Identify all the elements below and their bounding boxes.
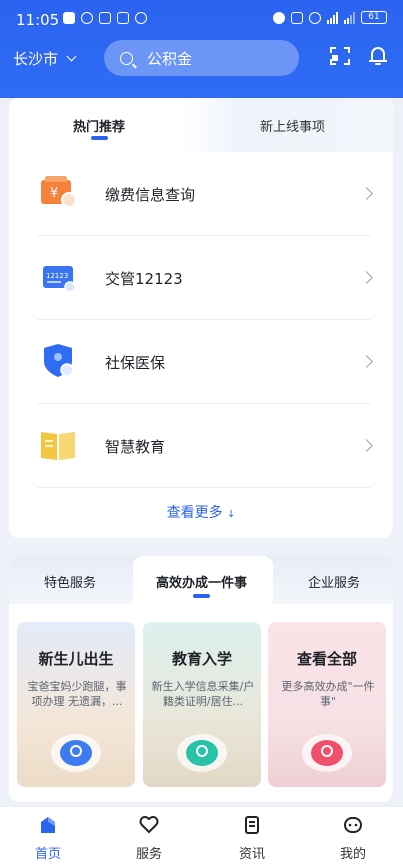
- bell-icon[interactable]: [369, 45, 387, 65]
- status-time: 11:05: [16, 11, 60, 29]
- list-item-label: 交管12123: [105, 270, 183, 288]
- nav-label: 我的: [339, 847, 366, 862]
- search-input[interactable]: 公积金: [104, 40, 299, 76]
- services-tabs: 特色服务 高效办成一件事 企业服务: [9, 556, 393, 604]
- list-item-label: 社保医保: [105, 354, 166, 372]
- battery-icon: 61: [361, 11, 387, 24]
- nfc-icon: [99, 12, 111, 24]
- eye-icon: [81, 12, 93, 24]
- tile-button: [177, 734, 227, 772]
- tab-featured[interactable]: 特色服务: [44, 572, 96, 591]
- tile-button: [302, 734, 352, 772]
- nav-news[interactable]: 资讯: [222, 815, 282, 862]
- tile-desc: 新生入学信息采集/户籍类证明/居住...: [151, 680, 255, 708]
- book-icon: [39, 428, 77, 462]
- nav-services[interactable]: 服务: [119, 815, 179, 862]
- list-item-payment[interactable]: ¥ 缴费信息查询: [9, 152, 393, 236]
- bottom-nav: 首页 服务 资讯 我的: [0, 806, 403, 864]
- tab-indicator: [193, 594, 210, 598]
- wifi-icon: [309, 11, 321, 24]
- city-selector[interactable]: 长沙市: [13, 48, 77, 69]
- tile-school-enrollment[interactable]: 教育入学 新生入学信息采集/户籍类证明/居住...: [143, 622, 261, 787]
- list-item-label: 智慧教育: [105, 438, 166, 456]
- tile-newborn[interactable]: 新生儿出生 宝爸宝妈少跑腿，事项办理 无遗漏，...: [17, 622, 135, 787]
- tile-title: 新生儿出生: [38, 650, 114, 668]
- list-item-social-security[interactable]: 社保医保: [9, 320, 393, 404]
- baby-icon: [70, 745, 82, 757]
- chevron-right-icon: [360, 355, 373, 368]
- tab-hot[interactable]: 热门推荐: [73, 116, 125, 135]
- chevron-right-icon: [360, 187, 373, 200]
- chevron-right-icon: [360, 439, 373, 452]
- bluetooth-icon: [135, 12, 147, 24]
- tile-title: 查看全部: [296, 650, 357, 668]
- nav-label: 首页: [34, 847, 61, 862]
- search-icon: [120, 51, 133, 65]
- shield-icon: [39, 344, 77, 378]
- tab-new-items[interactable]: 新上线事项: [260, 116, 325, 135]
- document-icon: [242, 815, 262, 835]
- system-icons: 61: [273, 11, 387, 24]
- list-item-label: 缴费信息查询: [105, 186, 196, 204]
- see-more-button[interactable]: 查看更多 ↓: [9, 502, 393, 522]
- signal-icon: [327, 11, 338, 24]
- chevron-right-icon: [360, 271, 373, 284]
- tab-enterprise[interactable]: 企业服务: [308, 572, 360, 591]
- payment-icon: ¥: [39, 176, 77, 210]
- card-number-glyph: 12123: [46, 272, 68, 280]
- home-icon: [38, 815, 58, 835]
- nav-label: 资讯: [238, 847, 265, 862]
- tile-desc: 更多高效办成"一件事": [281, 680, 375, 708]
- signal-2-icon: [344, 11, 355, 24]
- location-icon: [273, 11, 285, 24]
- tab-indicator: [91, 136, 108, 140]
- double-chevron-down-icon: ↓: [227, 509, 236, 520]
- mute-icon: [291, 11, 303, 24]
- scan-icon[interactable]: [330, 47, 350, 65]
- lightning-icon: [321, 745, 333, 757]
- list-item-education[interactable]: 智慧教育: [9, 404, 393, 488]
- heart-service-icon: [139, 815, 159, 835]
- nav-home[interactable]: 首页: [18, 815, 78, 862]
- list-item-traffic[interactable]: 12123 交管12123: [9, 236, 393, 320]
- vibrate-icon: [117, 12, 129, 24]
- services-card: 特色服务 高效办成一件事 企业服务 新生儿出生 宝爸宝妈少跑腿，事项办理 无遗漏…: [9, 556, 393, 802]
- yen-glyph: ¥: [50, 186, 58, 201]
- chevron-down-icon: [66, 51, 77, 62]
- search-placeholder: 公积金: [147, 49, 193, 68]
- nav-mine[interactable]: 我的: [323, 815, 383, 862]
- smile-face-icon: [343, 815, 363, 835]
- see-more-label: 查看更多: [166, 505, 223, 521]
- tab-one-thing[interactable]: 高效办成一件事: [156, 572, 247, 591]
- school-bag-icon: [196, 745, 208, 757]
- header-bar: 11:05 61 长沙市 公积金: [0, 0, 403, 98]
- traffic-card-icon: 12123: [39, 260, 77, 294]
- recommend-tabs: 热门推荐 新上线事项: [9, 98, 393, 152]
- city-label: 长沙市: [13, 50, 59, 68]
- wechat-icon: [63, 12, 75, 24]
- notification-icons: [63, 12, 147, 24]
- tile-button: [51, 734, 101, 772]
- status-bar: 11:05 61: [0, 0, 403, 38]
- tile-desc: 宝爸宝妈少跑腿，事项办理 无遗漏，...: [27, 680, 127, 708]
- nav-label: 服务: [135, 847, 162, 862]
- recommend-card: 热门推荐 新上线事项 ¥ 缴费信息查询 12123 交管12123 社保医保 智…: [9, 98, 393, 538]
- tile-view-all[interactable]: 查看全部 更多高效办成"一件事": [268, 622, 386, 787]
- divider: [37, 487, 371, 488]
- tile-title: 教育入学: [171, 650, 232, 668]
